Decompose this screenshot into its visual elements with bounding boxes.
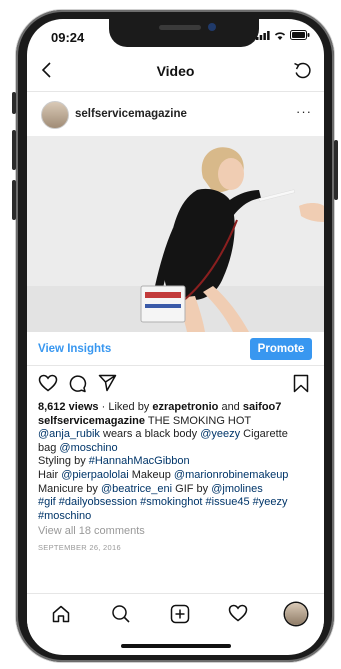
page-title: Video [156, 63, 195, 79]
author-avatar[interactable] [41, 101, 69, 129]
signal-icon [256, 30, 270, 40]
insights-row: View Insights Promote [27, 335, 324, 366]
caption-text: selfservicemagazine THE SMOKING HOT @anj… [38, 415, 316, 524]
caption-cigarette: Cigarette [240, 428, 288, 441]
view-comments-link[interactable]: View all 18 comments [38, 525, 316, 539]
liker-1[interactable]: ezrapetronio [152, 401, 218, 413]
hashtags-line-2[interactable]: #moschino [38, 510, 91, 522]
more-options-icon[interactable]: ··· [296, 104, 312, 119]
caption-gif-by: GIF by [172, 482, 212, 495]
views-count[interactable]: 8,612 views [38, 401, 99, 413]
save-bookmark-icon[interactable] [293, 374, 309, 393]
profile-avatar[interactable] [285, 603, 307, 625]
phone-screen: 09:24 Video selfservicemagazine ··· View… [27, 19, 324, 655]
mention-yeezy[interactable]: @yeezy [200, 428, 240, 440]
mention-jmolines[interactable]: @jmolines [211, 483, 263, 495]
post-video-media[interactable] [27, 136, 324, 332]
bottom-tab-bar [27, 593, 324, 640]
mention-anja[interactable]: @anja_rubik [38, 428, 100, 440]
caption-manicure: Manicure by [38, 482, 101, 495]
promote-button[interactable]: Promote [250, 338, 312, 360]
notch [109, 19, 259, 47]
wifi-icon [274, 31, 286, 40]
caption-bag: bag [38, 441, 60, 454]
and-text: and [218, 401, 243, 413]
home-indicator[interactable] [121, 644, 231, 648]
post-caption: 8,612 views · Liked by ezrapetronio and … [38, 401, 316, 555]
share-send-icon[interactable] [98, 374, 117, 392]
power-button [334, 140, 338, 200]
author-username[interactable]: selfservicemagazine [75, 108, 187, 120]
post-actions [27, 370, 324, 398]
battery-icon [290, 30, 310, 40]
caption-makeup: Makeup [128, 468, 174, 481]
post-photo [27, 136, 324, 332]
caption-author[interactable]: selfservicemagazine [38, 415, 145, 427]
silent-switch [12, 92, 16, 114]
mention-pierpaololai[interactable]: @pierpaololai [61, 469, 128, 481]
volume-down-button [12, 180, 16, 220]
like-heart-icon[interactable] [38, 374, 58, 392]
liked-by-prefix: · Liked by [98, 401, 153, 413]
status-icons [256, 30, 310, 40]
nav-bar: Video [27, 51, 324, 92]
post-date: SEPTEMBER 26, 2016 [38, 542, 121, 552]
view-insights-link[interactable]: View Insights [38, 343, 111, 355]
status-bar: 09:24 [27, 19, 324, 51]
home-icon[interactable] [51, 604, 71, 624]
tag-hannah[interactable]: #HannahMacGibbon [89, 455, 190, 467]
comment-icon[interactable] [68, 374, 87, 393]
mention-moschino[interactable]: @moschino [59, 442, 117, 454]
liker-2[interactable]: saifoo7 [243, 401, 282, 413]
add-post-icon[interactable] [170, 604, 190, 624]
likes-line: 8,612 views · Liked by ezrapetronio and … [38, 401, 316, 415]
caption-wears: wears a black body [99, 428, 201, 441]
volume-up-button [12, 130, 16, 170]
speaker [159, 25, 201, 30]
caption-hair: Hair [38, 468, 62, 481]
caption-line-1: THE SMOKING HOT [145, 414, 252, 427]
caption-styling: Styling by [38, 455, 89, 468]
hashtags-line-1[interactable]: #gif #dailyobsession #smokinghot #issue4… [38, 496, 288, 508]
search-icon[interactable] [111, 604, 131, 624]
status-time: 09:24 [51, 30, 85, 45]
mention-beatrice[interactable]: @beatrice_eni [101, 483, 172, 495]
front-camera [208, 23, 216, 31]
activity-heart-icon[interactable] [228, 604, 248, 622]
refresh-icon[interactable] [292, 60, 312, 80]
post-header: selfservicemagazine ··· [27, 92, 324, 136]
mention-marion[interactable]: @marionrobinemakeup [174, 469, 289, 481]
